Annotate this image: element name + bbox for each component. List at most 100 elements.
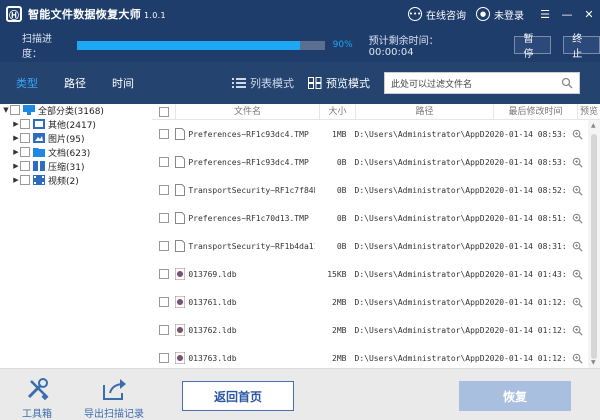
tree-node-archives[interactable]: ▶ 压缩(31) [12, 159, 152, 173]
row-checkbox[interactable] [158, 297, 169, 307]
col-name[interactable]: 文件名 [176, 104, 320, 119]
file-size: 2MB [332, 353, 347, 363]
row-checkbox-cell [152, 157, 175, 167]
zoom-icon[interactable] [572, 129, 583, 140]
progress-percent: 90% [332, 40, 353, 50]
zoom-icon[interactable] [572, 269, 583, 280]
list-icon [232, 78, 246, 88]
file-path: D:\Users\Administrator\AppData\Ro [354, 269, 485, 279]
table-row[interactable]: Preferences~RF1c70d13.TMP 0B D:\Users\Admi… [152, 204, 588, 232]
table-row[interactable]: TransportSecurity~RF1c7f84b. 0B D:\Users\A… [152, 176, 588, 204]
zoom-icon[interactable] [572, 213, 583, 224]
col-time[interactable]: 最后修改时间 [494, 104, 578, 119]
expand-arrow-icon[interactable]: ▼ [2, 106, 10, 114]
back-home-button[interactable]: 返回首页 [182, 381, 294, 411]
file-name: TransportSecurity~RF1b4da11. [188, 241, 316, 251]
stop-button[interactable]: 终止 [563, 34, 600, 60]
file-size: 0B [336, 213, 347, 223]
tree-node-videos[interactable]: ▶ 视频(2) [12, 173, 152, 187]
minimize-icon[interactable]: — [556, 0, 578, 28]
preview-mode-button[interactable]: 预览模式 [308, 75, 370, 91]
filter-search-input[interactable]: 此处可以过滤文件名 [384, 72, 580, 94]
file-modified-time: 2020-01-14 08:53:33 [484, 129, 567, 139]
search-icon[interactable] [561, 77, 573, 89]
export-scan-button[interactable]: 导出扫描记录 [84, 375, 144, 420]
tree-node-images[interactable]: ▶ 图片(95) [12, 131, 152, 145]
list-mode-button[interactable]: 列表模式 [232, 75, 294, 91]
pause-button[interactable]: 暂停 [514, 34, 552, 60]
checkbox[interactable] [20, 161, 30, 171]
file-name-cell: 013761.ldb [175, 296, 315, 308]
file-modified-time: 2020-01-14 01:12:46 [484, 297, 567, 307]
zoom-icon[interactable] [572, 185, 583, 196]
checkbox[interactable] [20, 133, 30, 143]
file-name: Preferences~RF1c70d13.TMP [188, 213, 309, 223]
file-modified-time: 2020-01-14 01:12:46 [484, 325, 567, 335]
toolbox-button[interactable]: 工具箱 [22, 375, 52, 420]
progress-bar-fill [76, 40, 300, 50]
zoom-icon[interactable] [572, 157, 583, 168]
menu-icon[interactable]: ☰ [534, 0, 556, 28]
zoom-icon[interactable] [572, 297, 583, 308]
tree-node-other[interactable]: ▶ 其他(2417) [12, 117, 152, 131]
table-row[interactable]: Preferences~RF1c93dc4.TMP 1MB D:\Users\Adm… [152, 120, 588, 148]
table-row[interactable]: Preferences~RF1c93dc4.TMP 0B D:\Users\Admi… [152, 148, 588, 176]
table-row[interactable]: 013762.ldb 2MB D:\Users\Administrator\AppD… [152, 316, 588, 344]
file-path: D:\Users\Administrator\AppData\Ro [354, 297, 485, 307]
file-path: D:\Users\Administrator\AppData\Ro [354, 129, 485, 139]
login-button[interactable]: ● 未登录 [476, 7, 524, 22]
online-support-button[interactable]: ••• 在线咨询 [408, 7, 466, 22]
tab-type[interactable]: 类型 [16, 75, 38, 91]
user-icon: ● [476, 7, 490, 21]
table-row[interactable]: 013761.ldb 2MB D:\Users\Administrator\AppD… [152, 288, 588, 316]
expand-arrow-icon[interactable]: ▶ [12, 134, 20, 142]
expand-arrow-icon[interactable]: ▶ [12, 120, 20, 128]
row-checkbox[interactable] [158, 325, 169, 335]
remaining-time: 预计剩余时间：00:00:04 [368, 36, 439, 58]
grid-icon [308, 77, 322, 89]
row-checkbox-cell [152, 185, 175, 195]
zoom-icon[interactable] [572, 325, 583, 336]
expand-arrow-icon[interactable]: ▶ [12, 176, 20, 184]
tab-time[interactable]: 时间 [112, 75, 134, 91]
file-name-cell: 013769.ldb [175, 268, 315, 280]
file-name-cell: Preferences~RF1c70d13.TMP [175, 212, 315, 224]
computer-icon [23, 105, 35, 115]
checkbox[interactable] [10, 105, 20, 115]
vertical-scrollbar[interactable]: ▲ ▼ [588, 120, 600, 368]
expand-arrow-icon[interactable]: ▶ [12, 162, 20, 170]
table-row[interactable]: 013763.ldb 2MB D:\Users\Administrator\AppD… [152, 344, 588, 368]
select-all-cell [152, 104, 176, 119]
col-path[interactable]: 路径 [356, 104, 494, 119]
tab-path[interactable]: 路径 [64, 75, 86, 91]
row-checkbox[interactable] [158, 185, 169, 195]
row-checkbox[interactable] [158, 129, 169, 139]
table-row[interactable]: 013769.ldb 15KB D:\Users\Administrator\App… [152, 260, 588, 288]
row-checkbox[interactable] [158, 213, 169, 223]
zoom-icon[interactable] [572, 353, 583, 364]
close-icon[interactable]: ✕ [578, 0, 600, 28]
row-checkbox[interactable] [158, 241, 169, 251]
file-size: 15KB [327, 269, 347, 279]
checkbox[interactable] [20, 175, 30, 185]
col-size[interactable]: 大小 [320, 104, 356, 119]
tree-node-all[interactable]: ▼ 全部分类(3168) [2, 103, 152, 117]
file-name: 013762.ldb [188, 325, 237, 335]
file-table-header: 文件名 大小 路径 最后修改时间 预览 [152, 104, 600, 120]
scrollbar-thumb[interactable] [591, 134, 597, 359]
table-row[interactable]: TransportSecurity~RF1b4da11. 0B D:\Users\A… [152, 232, 588, 260]
checkbox[interactable] [20, 147, 30, 157]
recover-button[interactable]: 恢复 [459, 381, 571, 411]
expand-arrow-icon[interactable]: ▶ [12, 148, 20, 156]
checkbox[interactable] [20, 119, 30, 129]
scroll-down-icon[interactable]: ▼ [591, 359, 596, 366]
select-all-checkbox[interactable] [158, 106, 169, 117]
zoom-icon[interactable] [572, 241, 583, 252]
row-checkbox[interactable] [158, 353, 169, 363]
file-name-cell: TransportSecurity~RF1b4da11. [175, 240, 315, 252]
row-checkbox-cell [152, 129, 175, 139]
tree-node-docs[interactable]: ▶ 文档(623) [12, 145, 152, 159]
row-checkbox[interactable] [158, 269, 169, 279]
row-checkbox[interactable] [158, 157, 169, 167]
scroll-up-icon[interactable]: ▲ [591, 122, 596, 129]
